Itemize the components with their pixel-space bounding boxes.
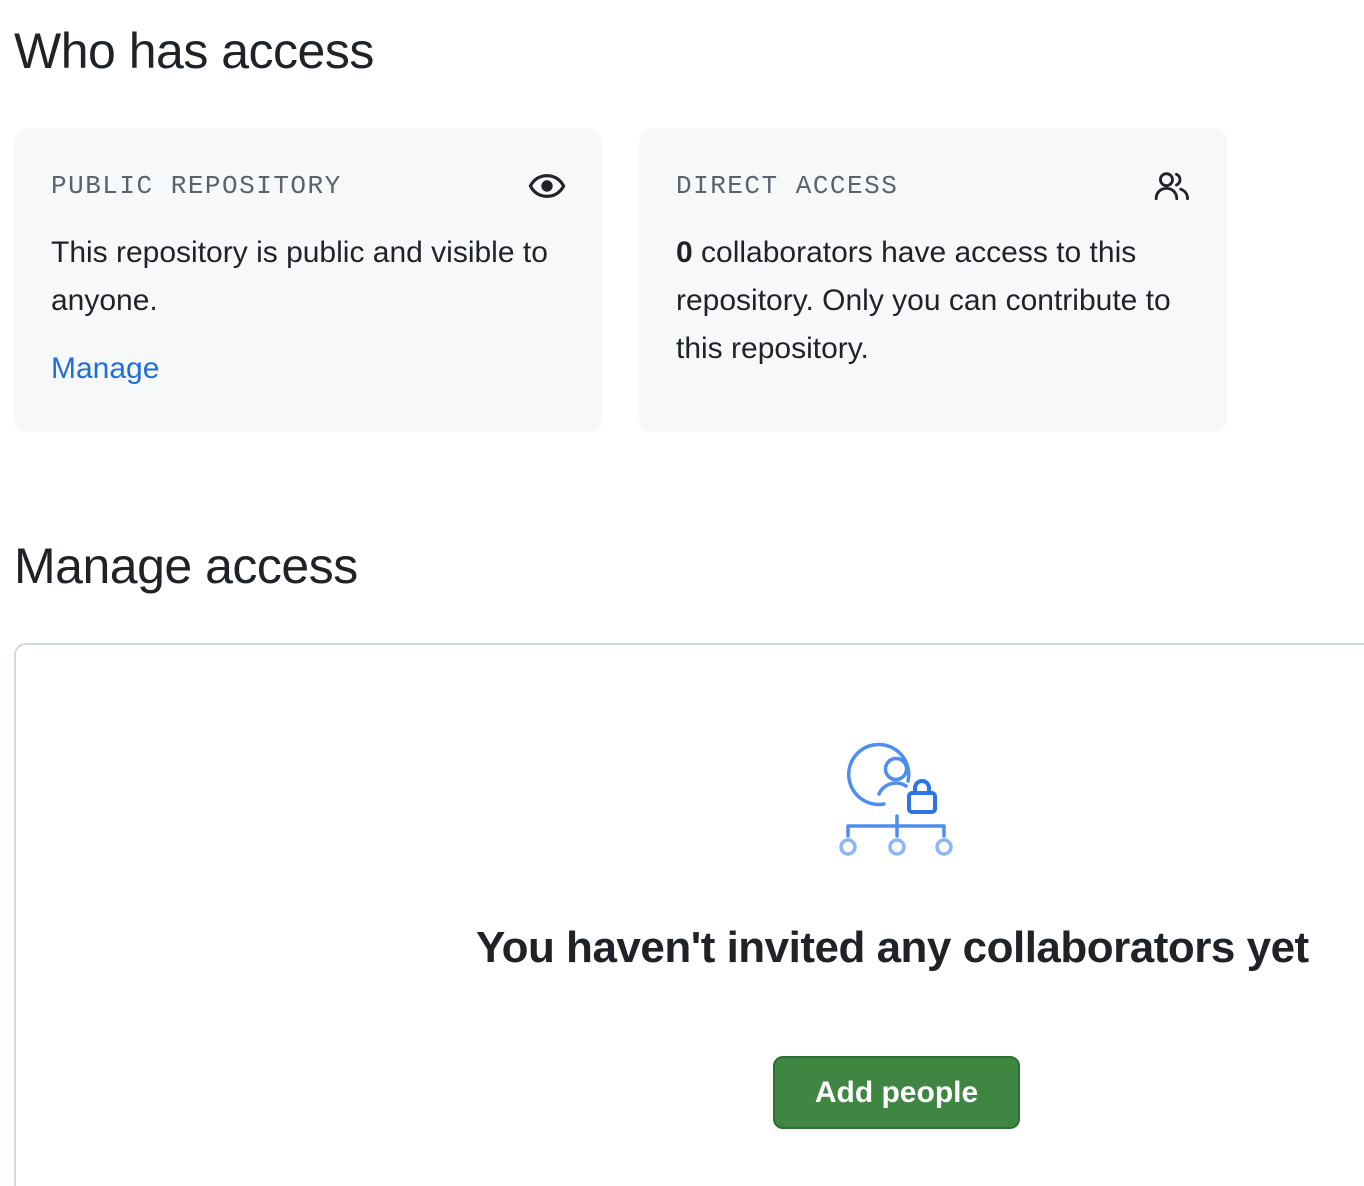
public-repository-label: PUBLIC REPOSITORY xyxy=(51,171,342,201)
direct-access-description-text: collaborators have access to this reposi… xyxy=(676,236,1171,365)
add-people-button[interactable]: Add people xyxy=(773,1056,1020,1129)
access-settings-page: Who has access PUBLIC REPOSITORY This re… xyxy=(0,0,1364,1186)
public-repository-card: PUBLIC REPOSITORY This repository is pub… xyxy=(14,129,602,432)
who-has-access-heading: Who has access xyxy=(14,23,374,79)
collaborator-count: 0 xyxy=(676,236,693,269)
no-collaborators-heading: You haven't invited any collaborators ye… xyxy=(476,923,1309,972)
person-lock-hierarchy-icon xyxy=(839,742,953,856)
manage-access-heading: Manage access xyxy=(14,538,358,594)
eye-icon xyxy=(528,174,566,198)
direct-access-card: DIRECT ACCESS 0 collaborators have acces… xyxy=(639,129,1227,432)
people-icon xyxy=(1154,172,1189,201)
manage-access-box xyxy=(14,643,1364,1186)
public-repository-description: This repository is public and visible to… xyxy=(51,236,548,317)
direct-access-description: 0 collaborators have access to this repo… xyxy=(676,229,1196,373)
direct-access-label: DIRECT ACCESS xyxy=(676,171,899,201)
manage-visibility-link[interactable]: Manage xyxy=(51,351,159,387)
